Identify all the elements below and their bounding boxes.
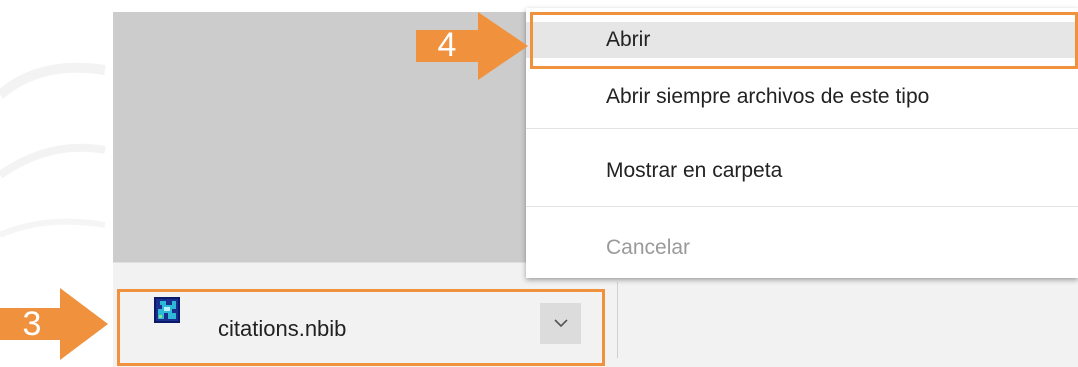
step-3-label: 3 xyxy=(22,305,42,343)
step-4-label: 4 xyxy=(437,26,457,64)
menu-item-open[interactable]: Abrir xyxy=(526,22,1078,58)
menu-item-always-open[interactable]: Abrir siempre archivos de este tipo xyxy=(526,79,1078,115)
menu-item-label: Abrir siempre archivos de este tipo xyxy=(606,85,930,108)
menu-separator xyxy=(526,206,1078,207)
download-item[interactable]: citations.nbib xyxy=(117,289,605,366)
menu-item-label: Mostrar en carpeta xyxy=(606,159,783,182)
menu-item-label: Cancelar xyxy=(606,236,691,259)
menu-item-cancel: Cancelar xyxy=(526,230,1078,266)
download-options-button[interactable] xyxy=(540,303,581,344)
download-context-menu: Abrir Abrir siempre archivos de este tip… xyxy=(526,8,1078,278)
nbib-file-icon xyxy=(154,297,180,323)
step-4-arrow-marker: 4 xyxy=(416,12,528,80)
download-file-name: citations.nbib xyxy=(218,316,347,341)
chevron-down-icon xyxy=(553,315,569,333)
menu-item-label: Abrir xyxy=(606,28,651,51)
shelf-divider xyxy=(617,282,618,358)
menu-separator xyxy=(526,128,1078,129)
step-3-arrow-marker: 3 xyxy=(0,288,108,360)
menu-item-show-in-folder[interactable]: Mostrar en carpeta xyxy=(526,153,1078,189)
